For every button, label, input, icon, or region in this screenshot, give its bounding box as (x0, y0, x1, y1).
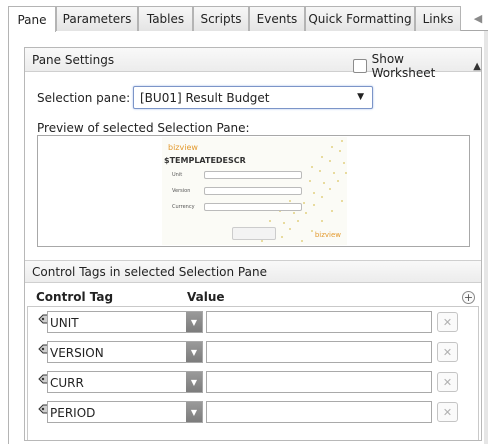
chevron-down-icon: ▼ (357, 92, 364, 102)
close-icon: ✕ (442, 375, 453, 389)
preview-title: $TEMPLATEDESCR (164, 156, 246, 165)
close-icon: ✕ (442, 345, 453, 359)
close-icon: ✕ (442, 315, 453, 329)
collapse-caret-icon[interactable]: ▲ (473, 61, 481, 72)
column-header-control-tag: Control Tag (36, 290, 114, 304)
chevron-down-icon[interactable]: ▼ (186, 372, 202, 392)
delete-row-button[interactable]: ✕ (437, 402, 458, 422)
control-tag-value-input[interactable] (206, 311, 432, 333)
control-tag-dropdown[interactable]: CURR ▼ (47, 371, 203, 393)
control-tag-value: VERSION (50, 346, 104, 360)
pane-settings-panel: Pane Settings Show Worksheet ▲ Selection… (24, 47, 482, 441)
tab-scroll-left-icon[interactable]: ◀ (468, 6, 488, 31)
tab-scripts[interactable]: Scripts (193, 6, 249, 31)
column-header-value: Value (187, 290, 225, 304)
preview-field-label: Unit (172, 172, 183, 178)
control-tag-row: CURR ▼ ✕ (28, 367, 478, 397)
control-tag-value-input[interactable] (206, 401, 432, 423)
delete-row-button[interactable]: ✕ (437, 342, 458, 362)
selection-pane-label: Selection pane: (37, 91, 131, 105)
tab-parameters[interactable]: Parameters (56, 6, 138, 31)
control-tag-value: PERIOD (50, 406, 96, 420)
tab-tables[interactable]: Tables (138, 6, 193, 31)
tab-quick-formatting[interactable]: Quick Formatting (305, 6, 415, 31)
tab-label: Scripts (200, 12, 242, 26)
add-control-tag-button[interactable]: + (462, 291, 475, 304)
preview-field-input (204, 187, 302, 195)
delete-row-button[interactable]: ✕ (437, 372, 458, 392)
tab-label: Links (422, 12, 454, 26)
delete-row-button[interactable]: ✕ (437, 312, 458, 332)
chevron-down-icon[interactable]: ▼ (186, 342, 202, 362)
preview-label: Preview of selected Selection Pane: (37, 121, 250, 135)
preview-button (232, 227, 276, 240)
control-tag-value-input[interactable] (206, 371, 432, 393)
show-worksheet-checkbox[interactable] (353, 59, 367, 73)
control-tags-header: Control Tags in selected Selection Pane (25, 260, 481, 283)
tab-label: Events (256, 12, 298, 26)
tab-label: Pane (17, 12, 47, 27)
control-tags-title: Control Tags in selected Selection Pane (32, 265, 267, 279)
vertical-scrollbar[interactable] (484, 31, 488, 444)
control-tag-value-input[interactable] (206, 341, 432, 363)
tab-label: Tables (146, 12, 185, 26)
control-tag-row: PERIOD ▼ ✕ (28, 397, 478, 427)
chevron-down-icon[interactable]: ▼ (186, 402, 202, 422)
tab-events[interactable]: Events (249, 6, 305, 31)
control-tag-value: CURR (50, 376, 84, 390)
control-tag-dropdown[interactable]: PERIOD ▼ (47, 401, 203, 423)
tab-label: Quick Formatting (308, 12, 412, 26)
selection-pane-value: [BU01] Result Budget (140, 90, 270, 105)
preview-field-label: Version (172, 188, 191, 194)
control-tag-dropdown[interactable]: UNIT ▼ (47, 311, 203, 333)
tab-label: Parameters (62, 12, 132, 26)
pane-settings-title: Pane Settings (32, 53, 115, 67)
preview-field-label: Currency (172, 204, 195, 210)
chevron-down-icon[interactable]: ▼ (186, 312, 202, 332)
control-tag-dropdown[interactable]: VERSION ▼ (47, 341, 203, 363)
bizview-logo: bizview (168, 143, 198, 152)
selection-pane-preview-image: bizview $TEMPLATEDESCR Unit Version Curr… (162, 137, 347, 245)
selection-pane-dropdown[interactable]: [BU01] Result Budget ▼ (133, 86, 373, 109)
preview-field-input (204, 203, 302, 211)
bizview-logo-small: bizview (314, 231, 341, 239)
show-worksheet-label: Show Worksheet (371, 52, 436, 80)
tab-pane[interactable]: Pane (8, 6, 56, 32)
show-worksheet-toggle[interactable]: Show Worksheet ▲ (353, 52, 481, 80)
tab-bar: Pane Parameters Tables Scripts Events Qu… (8, 6, 488, 32)
control-tag-row: VERSION ▼ ✕ (28, 337, 478, 367)
control-tags-list: UNIT ▼ ✕ VERSION ▼ ✕ CURR ▼ ✕ PERIOD ▼ ✕ (27, 306, 479, 440)
pane-settings-header: Pane Settings Show Worksheet ▲ (25, 48, 481, 80)
control-tag-value: UNIT (50, 316, 79, 330)
preview-field-input (204, 171, 302, 179)
control-tag-row: UNIT ▼ ✕ (28, 307, 478, 337)
tab-links[interactable]: Links (415, 6, 461, 31)
close-icon: ✕ (442, 405, 453, 419)
preview-box: bizview $TEMPLATEDESCR Unit Version Curr… (37, 135, 470, 247)
